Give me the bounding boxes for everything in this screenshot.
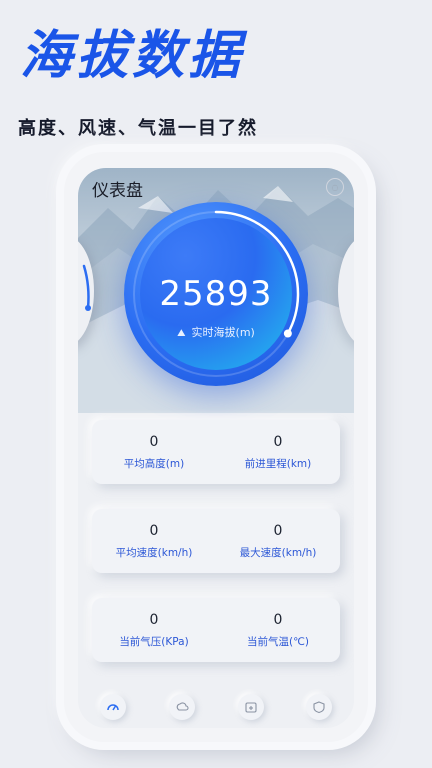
stat-label: 平均速度(km/h) — [115, 547, 193, 559]
stat-value: 0 — [273, 434, 283, 450]
stats-card-1: 0 平均高度(m) 0 前进里程(km) — [92, 420, 340, 484]
stat-label: 当前气压(KPa) — [119, 636, 189, 648]
altitude-label-row: ⛰ 实时海拔(m) — [140, 324, 292, 340]
stat-distance: 0 前进里程(km) — [216, 420, 340, 484]
altitude-label: 实时海拔(m) — [191, 326, 255, 339]
tab-bar — [78, 688, 354, 728]
calendar-icon — [245, 702, 257, 713]
stat-average-speed: 0 平均速度(km/h) — [92, 509, 216, 573]
tab-profile[interactable] — [306, 694, 332, 720]
stats-card-2: 0 平均速度(km/h) 0 最大速度(km/h) — [92, 509, 340, 573]
stat-pressure: 0 当前气压(KPa) — [92, 598, 216, 662]
stat-label: 最大速度(km/h) — [239, 547, 317, 559]
promo-subheadline: 高度、风速、气温一目了然 — [18, 118, 258, 139]
shield-icon — [313, 701, 325, 714]
tab-weather[interactable] — [169, 694, 195, 720]
tab-records[interactable] — [238, 694, 264, 720]
altitude-value: 25893 — [159, 274, 273, 314]
stat-label: 当前气温(℃) — [247, 636, 309, 648]
app-title: 仪表盘 — [92, 181, 143, 201]
weather-icon — [176, 702, 189, 711]
stat-value: 0 — [273, 612, 283, 628]
altitude-icon: ⛰ — [177, 328, 186, 339]
altitude-gauge: 25893 ⛰ 实时海拔(m) — [124, 202, 308, 386]
stat-average-altitude: 0 平均高度(m) — [92, 420, 216, 484]
stat-value: 0 — [149, 434, 159, 450]
gauge-inner: 25893 ⛰ 实时海拔(m) — [140, 218, 292, 370]
stat-value: 0 — [149, 523, 159, 539]
stat-label: 前进里程(km) — [244, 458, 312, 470]
app-screen: 仪表盘 ◌ 25893 ⛰ 实时海拔(m) 0 平均高度(m) 0 前进里程(km… — [78, 168, 354, 728]
stat-value: 0 — [273, 523, 283, 539]
side-gauge-left[interactable] — [78, 236, 94, 346]
promo-headline: 海拔数据 — [20, 26, 245, 86]
tab-dashboard[interactable] — [100, 694, 126, 720]
stat-max-speed: 0 最大速度(km/h) — [216, 509, 340, 573]
settings-button[interactable]: ◌ — [326, 178, 344, 196]
stat-label: 平均高度(m) — [123, 458, 185, 470]
settings-icon: ◌ — [331, 182, 339, 192]
stats-card-3: 0 当前气压(KPa) 0 当前气温(℃) — [92, 598, 340, 662]
stat-temperature: 0 当前气温(℃) — [216, 598, 340, 662]
stat-value: 0 — [149, 612, 159, 628]
speedometer-icon — [107, 704, 119, 711]
